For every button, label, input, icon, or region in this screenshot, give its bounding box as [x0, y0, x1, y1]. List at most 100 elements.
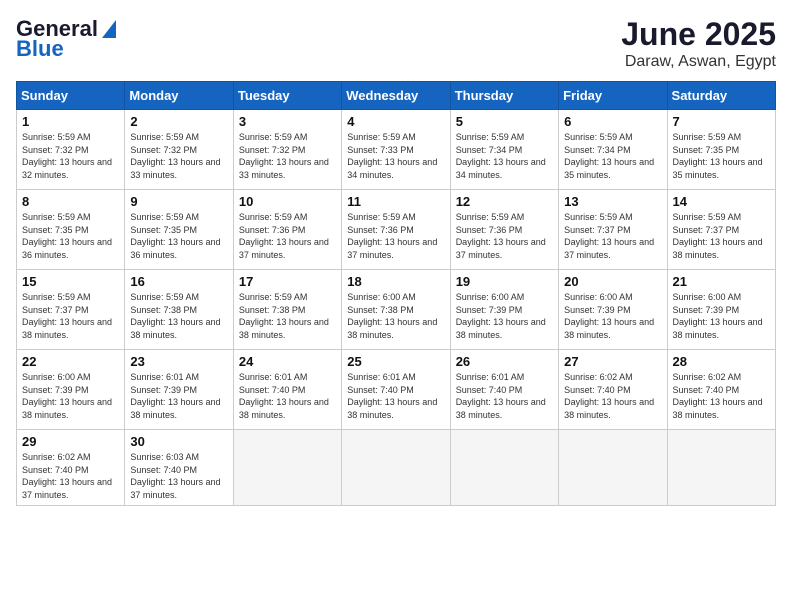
day-info: Sunrise: 5:59 AMSunset: 7:32 PMDaylight:…	[22, 131, 119, 181]
weekday-header-row: SundayMondayTuesdayWednesdayThursdayFrid…	[17, 82, 776, 110]
calendar-cell: 18Sunrise: 6:00 AMSunset: 7:38 PMDayligh…	[342, 270, 450, 350]
calendar-cell: 12 Sunrise: 5:59 AMSunset: 7:36 PMDayligh…	[450, 190, 558, 270]
day-number: 17	[239, 274, 336, 289]
day-number: 23	[130, 354, 227, 369]
calendar-cell: 22 Sunrise: 6:00 AMSunset: 7:39 PMDayligh…	[17, 350, 125, 430]
calendar-cell: 15 Sunrise: 5:59 AMSunset: 7:37 PMDayligh…	[17, 270, 125, 350]
day-number: 22	[22, 354, 119, 369]
day-info: Sunrise: 5:59 AMSunset: 7:36 PMDaylight:…	[347, 211, 444, 261]
calendar-cell: 16Sunrise: 5:59 AMSunset: 7:38 PMDayligh…	[125, 270, 233, 350]
day-info: Sunrise: 6:01 AMSunset: 7:39 PMDaylight:…	[130, 371, 227, 421]
day-info: Sunrise: 5:59 AMSunset: 7:33 PMDaylight:…	[347, 131, 444, 181]
day-info: Sunrise: 6:01 AMSunset: 7:40 PMDaylight:…	[347, 371, 444, 421]
day-info: Sunrise: 6:02 AMSunset: 7:40 PMDaylight:…	[673, 371, 770, 421]
day-info: Sunrise: 6:00 AMSunset: 7:39 PMDaylight:…	[22, 371, 119, 421]
calendar-cell: 27 Sunrise: 6:02 AMSunset: 7:40 PMDayligh…	[559, 350, 667, 430]
week-row-5: 29Sunrise: 6:02 AMSunset: 7:40 PMDayligh…	[17, 430, 776, 506]
day-number: 16	[130, 274, 227, 289]
day-number: 9	[130, 194, 227, 209]
day-info: Sunrise: 5:59 AMSunset: 7:36 PMDaylight:…	[456, 211, 553, 261]
day-info: Sunrise: 6:02 AMSunset: 7:40 PMDaylight:…	[564, 371, 661, 421]
day-info: Sunrise: 5:59 AMSunset: 7:37 PMDaylight:…	[564, 211, 661, 261]
calendar-cell: 1 Sunrise: 5:59 AMSunset: 7:32 PMDaylight…	[17, 110, 125, 190]
day-number: 6	[564, 114, 661, 129]
week-row-1: 1 Sunrise: 5:59 AMSunset: 7:32 PMDaylight…	[17, 110, 776, 190]
day-info: Sunrise: 6:01 AMSunset: 7:40 PMDaylight:…	[456, 371, 553, 421]
calendar-cell: 21Sunrise: 6:00 AMSunset: 7:39 PMDayligh…	[667, 270, 775, 350]
weekday-header-saturday: Saturday	[667, 82, 775, 110]
week-row-4: 22 Sunrise: 6:00 AMSunset: 7:39 PMDayligh…	[17, 350, 776, 430]
calendar-cell: 25 Sunrise: 6:01 AMSunset: 7:40 PMDayligh…	[342, 350, 450, 430]
calendar-cell: 30 Sunrise: 6:03 AMSunset: 7:40 PMDayligh…	[125, 430, 233, 506]
calendar-cell	[342, 430, 450, 506]
calendar-cell: 28 Sunrise: 6:02 AMSunset: 7:40 PMDayligh…	[667, 350, 775, 430]
day-info: Sunrise: 5:59 AMSunset: 7:34 PMDaylight:…	[564, 131, 661, 181]
day-info: Sunrise: 5:59 AMSunset: 7:32 PMDaylight:…	[239, 131, 336, 181]
calendar-cell: 7 Sunrise: 5:59 AMSunset: 7:35 PMDaylight…	[667, 110, 775, 190]
calendar-cell	[667, 430, 775, 506]
calendar-cell	[559, 430, 667, 506]
calendar-cell: 8Sunrise: 5:59 AMSunset: 7:35 PMDaylight…	[17, 190, 125, 270]
day-number: 5	[456, 114, 553, 129]
calendar-cell: 23 Sunrise: 6:01 AMSunset: 7:39 PMDayligh…	[125, 350, 233, 430]
day-number: 27	[564, 354, 661, 369]
day-number: 25	[347, 354, 444, 369]
week-row-3: 15 Sunrise: 5:59 AMSunset: 7:37 PMDayligh…	[17, 270, 776, 350]
day-number: 13	[564, 194, 661, 209]
calendar-cell: 26 Sunrise: 6:01 AMSunset: 7:40 PMDayligh…	[450, 350, 558, 430]
title-block: June 2025 Daraw, Aswan, Egypt	[621, 16, 776, 71]
calendar-cell: 24 Sunrise: 6:01 AMSunset: 7:40 PMDayligh…	[233, 350, 341, 430]
day-number: 12	[456, 194, 553, 209]
day-number: 26	[456, 354, 553, 369]
calendar-cell: 2Sunrise: 5:59 AMSunset: 7:32 PMDaylight…	[125, 110, 233, 190]
calendar-cell: 19 Sunrise: 6:00 AMSunset: 7:39 PMDayligh…	[450, 270, 558, 350]
logo: General Blue	[16, 16, 116, 62]
day-number: 2	[130, 114, 227, 129]
month-title: June 2025	[621, 16, 776, 53]
calendar-cell: 13 Sunrise: 5:59 AMSunset: 7:37 PMDayligh…	[559, 190, 667, 270]
day-number: 7	[673, 114, 770, 129]
day-number: 14	[673, 194, 770, 209]
day-info: Sunrise: 5:59 AMSunset: 7:37 PMDaylight:…	[22, 291, 119, 341]
calendar-cell: 29Sunrise: 6:02 AMSunset: 7:40 PMDayligh…	[17, 430, 125, 506]
day-info: Sunrise: 5:59 AMSunset: 7:37 PMDaylight:…	[673, 211, 770, 261]
day-number: 11	[347, 194, 444, 209]
day-info: Sunrise: 5:59 AMSunset: 7:34 PMDaylight:…	[456, 131, 553, 181]
day-number: 19	[456, 274, 553, 289]
day-number: 4	[347, 114, 444, 129]
day-number: 29	[22, 434, 119, 449]
calendar-cell: 11 Sunrise: 5:59 AMSunset: 7:36 PMDayligh…	[342, 190, 450, 270]
weekday-header-friday: Friday	[559, 82, 667, 110]
calendar-cell: 9 Sunrise: 5:59 AMSunset: 7:35 PMDaylight…	[125, 190, 233, 270]
day-number: 15	[22, 274, 119, 289]
day-number: 8	[22, 194, 119, 209]
day-info: Sunrise: 6:01 AMSunset: 7:40 PMDaylight:…	[239, 371, 336, 421]
calendar-cell	[233, 430, 341, 506]
day-number: 3	[239, 114, 336, 129]
day-info: Sunrise: 5:59 AMSunset: 7:35 PMDaylight:…	[130, 211, 227, 261]
calendar-cell: 10Sunrise: 5:59 AMSunset: 7:36 PMDayligh…	[233, 190, 341, 270]
calendar-cell: 6 Sunrise: 5:59 AMSunset: 7:34 PMDaylight…	[559, 110, 667, 190]
day-number: 1	[22, 114, 119, 129]
day-number: 28	[673, 354, 770, 369]
calendar-cell: 14 Sunrise: 5:59 AMSunset: 7:37 PMDayligh…	[667, 190, 775, 270]
day-number: 30	[130, 434, 227, 449]
day-number: 20	[564, 274, 661, 289]
day-info: Sunrise: 6:00 AMSunset: 7:39 PMDaylight:…	[456, 291, 553, 341]
weekday-header-sunday: Sunday	[17, 82, 125, 110]
logo-icon	[102, 20, 116, 38]
page-header: General Blue June 2025 Daraw, Aswan, Egy…	[16, 16, 776, 71]
logo-text-blue: Blue	[16, 36, 64, 62]
calendar-cell: 4 Sunrise: 5:59 AMSunset: 7:33 PMDaylight…	[342, 110, 450, 190]
day-info: Sunrise: 5:59 AMSunset: 7:35 PMDaylight:…	[673, 131, 770, 181]
day-info: Sunrise: 6:03 AMSunset: 7:40 PMDaylight:…	[130, 451, 227, 501]
day-info: Sunrise: 6:00 AMSunset: 7:39 PMDaylight:…	[673, 291, 770, 341]
day-info: Sunrise: 6:00 AMSunset: 7:39 PMDaylight:…	[564, 291, 661, 341]
calendar-table: SundayMondayTuesdayWednesdayThursdayFrid…	[16, 81, 776, 506]
weekday-header-tuesday: Tuesday	[233, 82, 341, 110]
day-number: 24	[239, 354, 336, 369]
weekday-header-wednesday: Wednesday	[342, 82, 450, 110]
day-info: Sunrise: 5:59 AMSunset: 7:38 PMDaylight:…	[239, 291, 336, 341]
day-info: Sunrise: 5:59 AMSunset: 7:36 PMDaylight:…	[239, 211, 336, 261]
week-row-2: 8 Sunrise: 5:59 AMSunset: 7:35 PMDaylight…	[17, 190, 776, 270]
